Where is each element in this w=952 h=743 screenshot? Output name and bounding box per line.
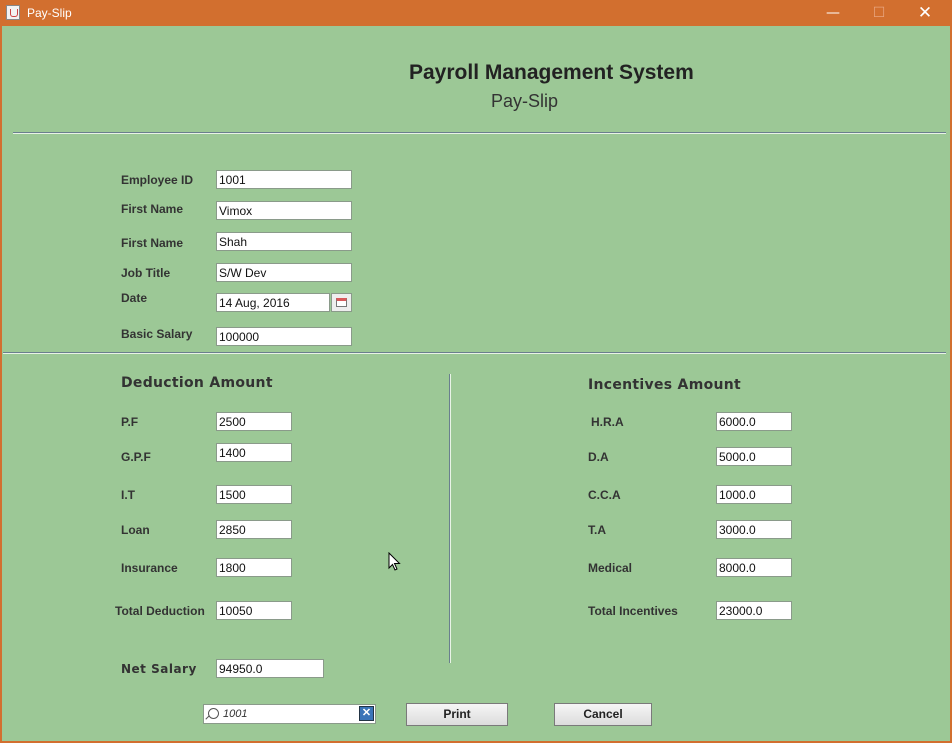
close-button[interactable]: ✕	[902, 0, 948, 26]
total-deduction-field[interactable]: 10050	[216, 601, 292, 620]
insurance-field[interactable]: 1800	[216, 558, 292, 577]
first-name-label: First Name	[121, 202, 184, 216]
page-title: Payroll Management System	[409, 61, 694, 84]
gpf-field[interactable]: 1400	[216, 443, 292, 462]
deduction-section-title: Deduction Amount	[121, 375, 273, 391]
total-deduction-label: Total Deduction	[115, 604, 205, 618]
job-title-field[interactable]: S/W Dev	[216, 263, 352, 282]
loan-field[interactable]: 2850	[216, 520, 292, 539]
maximize-button[interactable]: ☐	[856, 0, 902, 26]
insurance-label: Insurance	[121, 561, 178, 575]
cancel-button[interactable]: Cancel	[554, 703, 652, 726]
last-name-label: First Name	[121, 236, 184, 250]
ta-label: T.A	[588, 523, 606, 537]
net-salary-label: Net Salary	[121, 662, 197, 676]
employee-search-input[interactable]: 1001 ✕	[203, 704, 376, 724]
date-field[interactable]: 14 Aug, 2016	[216, 293, 330, 312]
minimize-button[interactable]: —	[810, 0, 856, 26]
first-name-field[interactable]: Vimox	[216, 201, 352, 220]
search-input-value: 1001	[223, 708, 248, 720]
last-name-field[interactable]: Shah	[216, 232, 352, 251]
hra-label: H.R.A	[591, 415, 624, 429]
page-subtitle: Pay-Slip	[491, 91, 559, 111]
total-incentives-field[interactable]: 23000.0	[716, 601, 792, 620]
da-field[interactable]: 5000.0	[716, 447, 792, 466]
window-border-left	[0, 26, 2, 743]
loan-label: Loan	[121, 523, 150, 537]
java-app-icon	[6, 5, 20, 20]
incentives-section-title: Incentives Amount	[588, 377, 742, 393]
calendar-icon	[336, 298, 347, 307]
medical-label: Medical	[588, 561, 633, 575]
employee-id-label: Employee ID	[121, 173, 194, 187]
employee-id-field[interactable]: 1001	[216, 170, 352, 189]
basic-salary-field[interactable]: 100000	[216, 327, 352, 346]
medical-field[interactable]: 8000.0	[716, 558, 792, 577]
net-salary-field[interactable]: 94950.0	[216, 659, 324, 678]
it-field[interactable]: 1500	[216, 485, 292, 504]
pf-field[interactable]: 2500	[216, 412, 292, 431]
it-label: I.T	[121, 488, 135, 502]
calendar-picker-button[interactable]	[331, 293, 352, 312]
job-title-label: Job Title	[121, 266, 171, 280]
header-separator	[13, 132, 946, 134]
hra-field[interactable]: 6000.0	[716, 412, 792, 431]
gpf-label: G.P.F	[121, 450, 151, 464]
cca-label: C.C.A	[588, 488, 621, 502]
da-label: D.A	[588, 450, 609, 464]
column-divider	[449, 374, 451, 663]
payslip-window: Pay-Slip — ☐ ✕ Payroll Management System…	[0, 0, 952, 743]
clear-search-icon[interactable]: ✕	[359, 706, 374, 721]
pf-label: P.F	[121, 415, 139, 429]
cca-field[interactable]: 1000.0	[716, 485, 792, 504]
print-button[interactable]: Print	[406, 703, 508, 726]
date-label: Date	[121, 291, 148, 305]
window-title: Pay-Slip	[27, 6, 72, 20]
section-separator	[3, 352, 946, 354]
total-incentives-label: Total Incentives	[588, 604, 678, 618]
ta-field[interactable]: 3000.0	[716, 520, 792, 539]
title-bar[interactable]: Pay-Slip — ☐ ✕	[0, 0, 952, 26]
basic-salary-label: Basic Salary	[121, 327, 193, 341]
search-icon	[208, 708, 219, 719]
